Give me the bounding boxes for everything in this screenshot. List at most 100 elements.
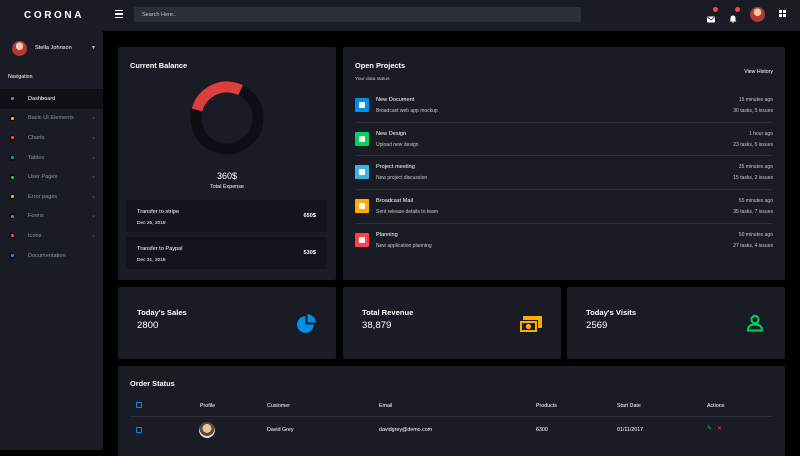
- playlist-play-icon: [9, 213, 15, 220]
- stat-value: 2800: [137, 320, 159, 331]
- sidebar-item-error-pages[interactable]: Error pages ›: [0, 187, 103, 207]
- projects-card: Open Projects Your data status View Hist…: [343, 47, 785, 280]
- user-avatar[interactable]: [750, 7, 765, 22]
- pencil-icon[interactable]: ✎: [707, 425, 712, 432]
- project-meta: 15 tasks, 2 issues: [733, 175, 773, 182]
- balance-ring-chart: [190, 81, 264, 155]
- customer-name: David Grey: [267, 427, 294, 433]
- close-icon[interactable]: ✕: [717, 425, 722, 432]
- transaction-name: Transfer to stripe: [137, 209, 180, 215]
- chevron-down-icon: ›: [90, 195, 97, 198]
- chevron-down-icon: ›: [90, 137, 97, 139]
- project-description: Sent release details to team: [376, 209, 438, 216]
- balance-label: Total Expense: [210, 184, 244, 190]
- sidebar-item-user-pages[interactable]: User Pages ›: [0, 167, 103, 187]
- balance-card: Current Balance 360$ Total Expense Trans…: [118, 47, 336, 280]
- sidebar-item-label: Icons: [28, 232, 42, 239]
- cash-icon: [519, 316, 542, 333]
- file-document-icon: [9, 252, 15, 259]
- column-header-customer[interactable]: Customer: [267, 403, 290, 409]
- project-meta: 27 tasks, 4 issues: [733, 242, 773, 249]
- order-status-card: Order Status: [118, 366, 785, 456]
- chevron-down-icon: ›: [90, 117, 97, 120]
- transaction-item[interactable]: Transfer to Paypal Dec 31, 2018 530$: [126, 237, 327, 269]
- sidebar-item-label: Dashboard: [28, 95, 56, 102]
- cloud-download-icon: [355, 131, 369, 146]
- search-input[interactable]: [142, 11, 581, 18]
- sidebar-item-charts[interactable]: Charts ›: [0, 128, 103, 148]
- project-item[interactable]: Project meeting New project discussion 35 …: [355, 156, 773, 190]
- chevron-down-icon: ▼: [91, 45, 96, 51]
- select-all-checkbox[interactable]: [136, 402, 142, 408]
- transaction-name: Transfer to Paypal: [137, 246, 183, 252]
- sidebar-item-documentation[interactable]: Documentation: [0, 246, 103, 266]
- sidebar-item-forms[interactable]: Forms ›: [0, 207, 103, 227]
- sidebar-item-label: Tables: [28, 154, 45, 161]
- column-header-email[interactable]: Email: [379, 403, 392, 409]
- sidebar-item-dashboard[interactable]: Dashboard: [0, 89, 103, 109]
- view-history-link[interactable]: View History: [744, 69, 773, 75]
- column-header-profile[interactable]: Profile: [200, 403, 215, 409]
- card-subtitle: Your data status: [355, 77, 390, 82]
- stat-card-revenue: Total Revenue 38,879: [343, 287, 561, 359]
- avatar: [12, 40, 27, 56]
- chevron-down-icon: ›: [90, 215, 97, 218]
- customer-avatar: [199, 422, 215, 438]
- account-icon: [746, 314, 764, 332]
- sidebar-item-label: Error pages: [28, 193, 58, 200]
- brand-logo[interactable]: CORONA: [0, 0, 103, 31]
- project-description: New project discussion: [376, 175, 428, 182]
- project-name: Project meeting: [376, 164, 415, 171]
- chart-bar-icon: [9, 134, 15, 141]
- project-time: 35 minutes ago: [738, 164, 773, 171]
- project-name: Planning: [376, 231, 398, 238]
- card-title: Order Status: [130, 379, 175, 388]
- sidebar-item-basic-ui-elements[interactable]: Basic UI Elements ›: [0, 109, 103, 129]
- grid-icon[interactable]: [779, 10, 786, 17]
- file-document-icon: [355, 98, 369, 112]
- profile-menu[interactable]: Stella Johnson ▼: [12, 40, 96, 56]
- sidebar-item-label: Charts: [28, 134, 45, 141]
- project-description: New application planning: [376, 242, 432, 249]
- project-item[interactable]: New Document Broadcast web app mockup 15 m…: [355, 89, 773, 123]
- speedometer-icon: [9, 95, 15, 102]
- chevron-down-icon: ›: [90, 235, 97, 237]
- stat-title: Total Revenue: [362, 308, 414, 317]
- stat-value: 2569: [586, 320, 608, 331]
- stat-title: Today's Visits: [586, 308, 637, 317]
- nav-heading: Navigation: [8, 74, 33, 80]
- contacts-icon: [9, 232, 15, 239]
- customer-email: davidgrey@demo.com: [379, 427, 433, 433]
- project-time: 1 hour ago: [749, 130, 773, 137]
- bell-icon[interactable]: [729, 7, 740, 23]
- table-icon: [9, 154, 15, 161]
- email-icon[interactable]: [707, 7, 718, 23]
- menu-toggle-icon[interactable]: [115, 10, 123, 18]
- column-header-start-date[interactable]: Start Date: [617, 403, 641, 409]
- transaction-date: Dec 25, 2018: [137, 221, 166, 226]
- project-name: New Design: [376, 130, 407, 137]
- card-title: Current Balance: [130, 61, 188, 70]
- column-header-products[interactable]: Products: [536, 403, 557, 409]
- project-name: Broadcast Mail: [376, 198, 413, 205]
- laptop-icon: [9, 115, 15, 122]
- stat-title: Today's Sales: [137, 308, 187, 317]
- stat-value: 38,879: [362, 320, 392, 331]
- transaction-item[interactable]: Transfer to stripe Dec 25, 2018 650$: [126, 200, 327, 232]
- email-icon: [355, 199, 369, 214]
- transaction-amount: 530$: [303, 250, 316, 256]
- project-item[interactable]: New Design Upload new design 1 hour ago 23 …: [355, 123, 773, 157]
- row-checkbox[interactable]: [136, 427, 142, 433]
- project-item[interactable]: Broadcast Mail Sent release details to te…: [355, 190, 773, 224]
- project-time: 50 minutes ago: [738, 231, 773, 238]
- stat-card-sales: Today's Sales 2800: [118, 287, 336, 359]
- project-item[interactable]: Planning New application planning 50 minut…: [355, 224, 773, 258]
- products-count: 6300: [536, 427, 548, 433]
- column-header-actions[interactable]: Actions: [707, 403, 724, 409]
- sidebar-item-icons[interactable]: Icons ›: [0, 226, 103, 246]
- top-navbar: [103, 0, 800, 31]
- transaction-amount: 650$: [303, 213, 316, 219]
- sidebar-item-tables[interactable]: Tables ›: [0, 148, 103, 168]
- search-bar[interactable]: [134, 7, 581, 22]
- project-meta: 30 tasks, 5 issues: [733, 108, 773, 114]
